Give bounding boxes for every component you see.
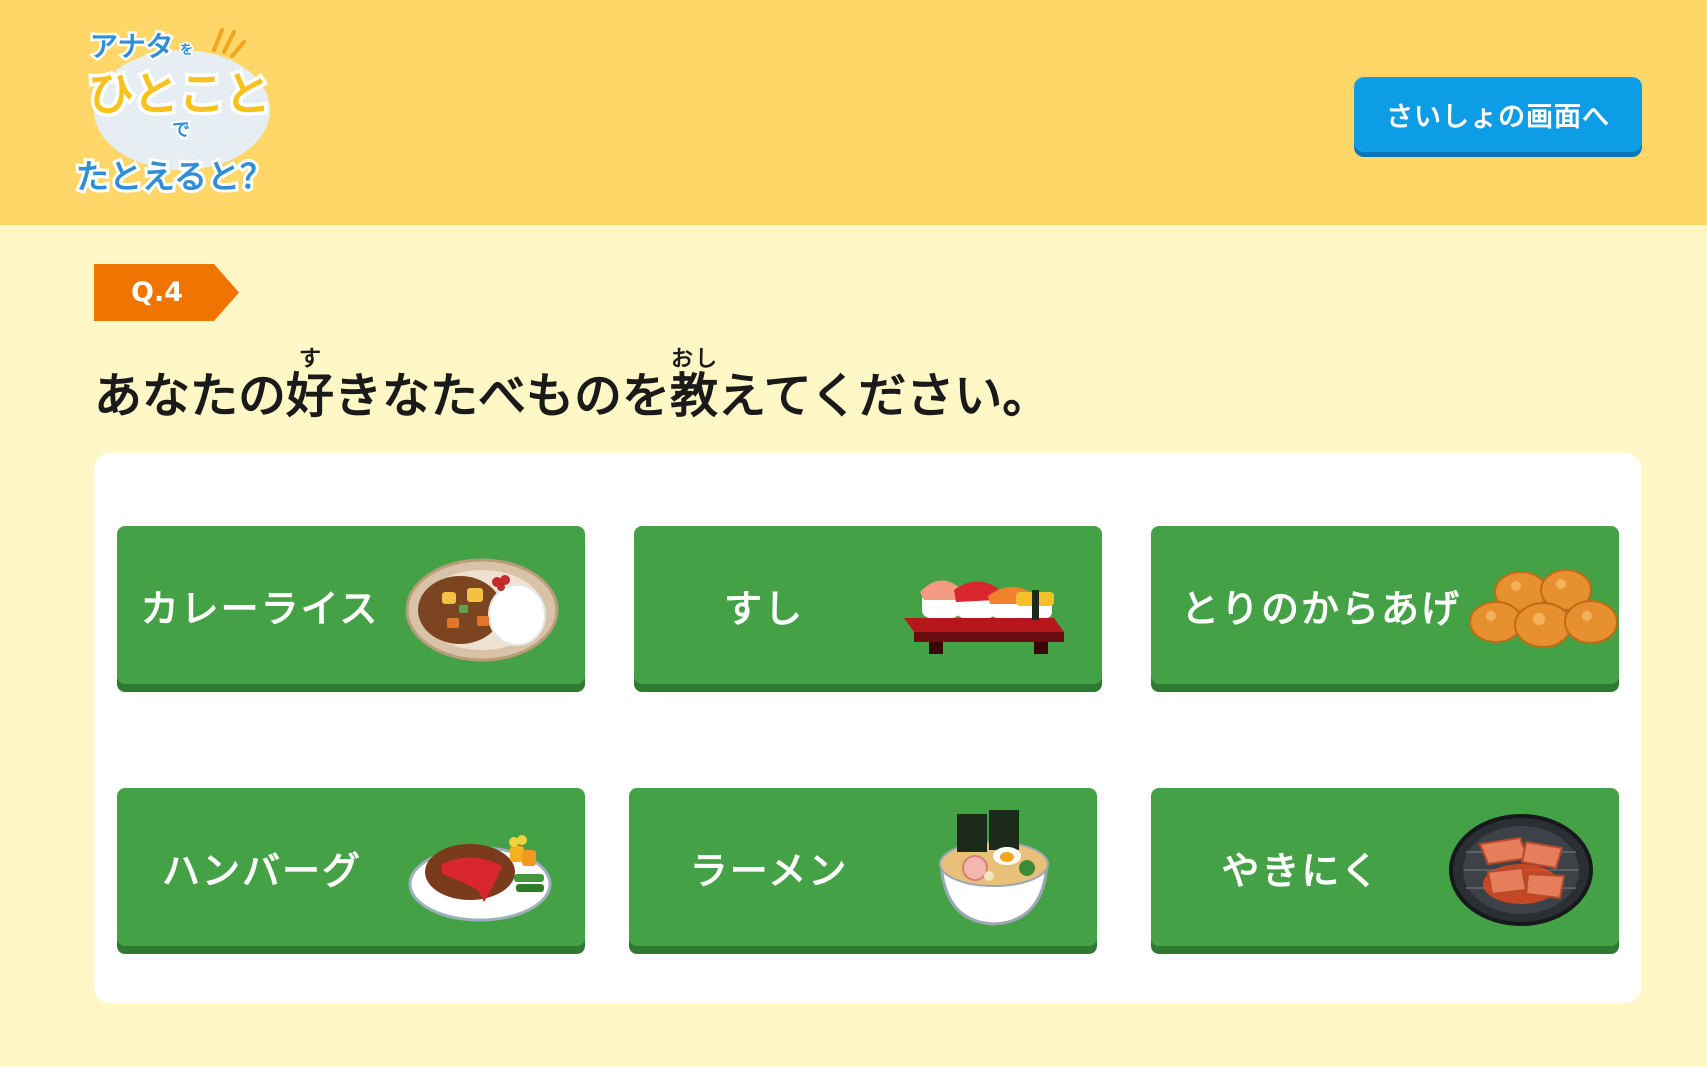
question-part: きなたべものを (334, 368, 671, 424)
choice-label: カレーライス (140, 586, 380, 631)
header: アナタ を ひとこと で たとえると？ さいしょの画面へ (0, 0, 1707, 225)
karaage-icon (1461, 540, 1631, 670)
svg-text:を: を (180, 43, 193, 58)
question-text: あなたの 好す きなたべものを 教おし えてください。 (94, 336, 1050, 426)
ramen-icon (909, 802, 1079, 932)
choice-karaage[interactable]: とりのからあげ (1151, 526, 1619, 684)
choice-yakiniku[interactable]: やきにく (1151, 788, 1619, 946)
choice-label: ラーメン (689, 848, 849, 893)
svg-text:アナタ: アナタ (90, 30, 173, 63)
choices-panel: カレーライス すし とりのからあげ ハンバーグ ラーメン やきにく (94, 453, 1641, 1003)
choice-label: すし (723, 586, 804, 631)
sushi-icon (894, 540, 1064, 670)
curry-rice-icon (397, 540, 567, 670)
svg-text:たとえると？: たとえると？ (76, 157, 273, 196)
svg-text:で: で (172, 120, 190, 141)
question-number: Q.4 (131, 277, 183, 308)
choice-ramen[interactable]: ラーメン (629, 788, 1097, 946)
choice-label: やきにく (1221, 848, 1381, 893)
question-part: あなたの (94, 368, 287, 424)
back-to-start-button[interactable]: さいしょの画面へ (1354, 77, 1642, 152)
choice-label: ハンバーグ (161, 848, 362, 893)
furigana: す (286, 347, 335, 372)
question-part: えてください。 (718, 368, 1051, 424)
choice-hamburg-steak[interactable]: ハンバーグ (117, 788, 585, 946)
furigana: おし (670, 347, 719, 372)
app-logo: アナタ を ひとこと で たとえると？ (72, 18, 292, 208)
choice-label: とりのからあげ (1181, 586, 1462, 631)
question-number-badge: Q.4 (94, 264, 239, 321)
question-kanji-oshi: 教おし (670, 347, 719, 424)
hamburg-steak-icon (402, 802, 572, 932)
svg-text:ひとこと: ひとこと (88, 67, 271, 121)
choice-sushi[interactable]: すし (634, 526, 1102, 684)
choice-curry-rice[interactable]: カレーライス (117, 526, 585, 684)
question-kanji-suki: 好す (286, 347, 335, 424)
yakiniku-icon (1436, 802, 1606, 932)
